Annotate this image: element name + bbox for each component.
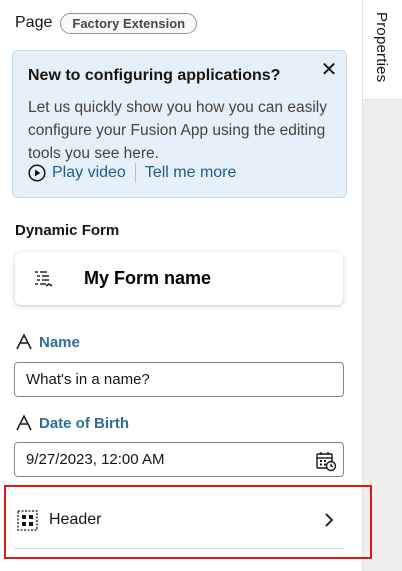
banner-links: Play video Tell me more (28, 163, 236, 183)
text-type-icon (16, 414, 32, 431)
text-type-icon (16, 333, 32, 350)
header-row[interactable]: Header (14, 500, 344, 540)
header-grid-icon (17, 509, 38, 531)
play-video-link[interactable]: Play video (52, 164, 126, 182)
calendar-clock-icon[interactable] (315, 450, 337, 472)
onboarding-banner: New to configuring applications? ✕ Let u… (12, 50, 347, 198)
name-input[interactable]: What's in a name? (14, 362, 344, 397)
header-row-label: Header (49, 511, 102, 528)
close-icon[interactable]: ✕ (319, 60, 339, 80)
extension-badge: Factory Extension (60, 12, 198, 34)
name-field-label: Name (39, 333, 80, 351)
side-rail: Properties (362, 0, 402, 571)
tab-properties[interactable]: Properties (363, 0, 402, 100)
dynamic-form-card[interactable]: My Form name (15, 252, 343, 305)
link-divider (134, 163, 136, 183)
properties-panel: Page Factory Extension New to configurin… (0, 0, 362, 571)
dynamic-form-label: Dynamic Form (15, 222, 120, 239)
form-list-icon (35, 270, 53, 287)
banner-title: New to configuring applications? (28, 67, 281, 84)
chevron-right-icon (325, 513, 334, 527)
page-header: Page Factory Extension (15, 12, 198, 34)
name-field-label-row: Name (15, 333, 80, 351)
row-divider (14, 548, 344, 549)
dob-field-label-row: Date of Birth (15, 414, 129, 432)
play-icon[interactable] (28, 164, 46, 182)
tab-properties-label: Properties (373, 12, 390, 83)
tell-me-more-link[interactable]: Tell me more (145, 164, 237, 182)
banner-body: Let us quickly show you how you can easi… (28, 99, 327, 162)
dob-input[interactable]: 9/27/2023, 12:00 AM (14, 442, 344, 477)
dob-input-value: 9/27/2023, 12:00 AM (26, 451, 165, 468)
dob-field-label: Date of Birth (39, 414, 129, 432)
page-label: Page (15, 14, 53, 31)
form-name: My Form name (84, 268, 212, 288)
name-input-value: What's in a name? (26, 371, 150, 388)
